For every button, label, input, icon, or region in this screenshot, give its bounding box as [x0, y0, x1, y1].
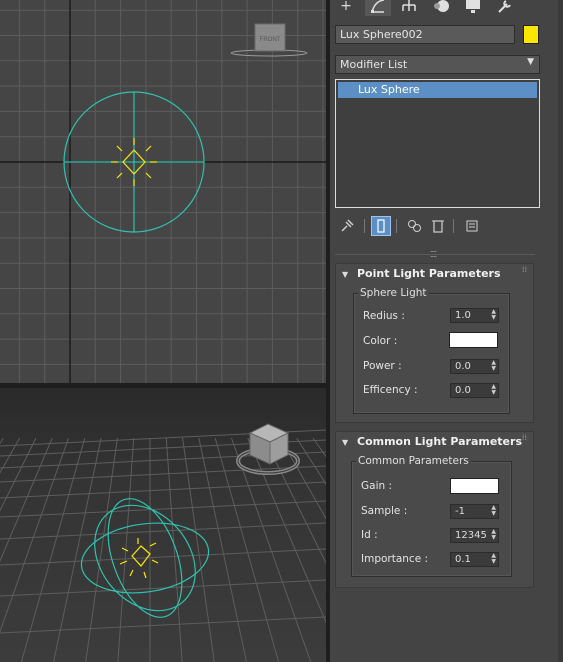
- grid-line: [0, 437, 21, 474]
- toolbar-separator: [396, 219, 397, 233]
- rollout-grip-icon[interactable]: ⁞⁞: [522, 266, 527, 274]
- motion-icon: [434, 0, 449, 12]
- power-spinner[interactable]: 0.0 ▲ ▼: [450, 359, 499, 374]
- common-light-rollout: ▼ Common Light Parameters ⁞⁞ Common Para…: [335, 431, 534, 588]
- front-grid: FRONT: [0, 0, 326, 383]
- spinner-arrows-icon[interactable]: ▲ ▼: [491, 553, 496, 565]
- sample-label: Sample :: [361, 505, 408, 517]
- sphere-light-group: Sphere Light Redius : 1.0 ▲ ▼ Color : Pow…: [353, 287, 510, 414]
- display-icon: [466, 0, 480, 13]
- command-panel-tabs: +: [330, 0, 558, 18]
- rollout-grip-icon[interactable]: ⁞⁞: [522, 434, 527, 442]
- radius-value: 1.0: [455, 310, 471, 321]
- toolbar-separator: [453, 219, 454, 233]
- object-color-swatch[interactable]: [523, 25, 539, 44]
- spinner-arrows-icon[interactable]: ▲ ▼: [491, 309, 496, 321]
- spinner-arrows-icon[interactable]: ▲ ▼: [491, 505, 496, 517]
- importance-label: Importance :: [361, 553, 429, 565]
- grid-line: [20, 437, 86, 662]
- make-unique-icon[interactable]: [404, 216, 424, 236]
- resize-grip-icon[interactable]: ⁚⁚⁚⁚: [430, 250, 437, 259]
- power-value: 0.0: [455, 361, 471, 372]
- modify-tab[interactable]: [365, 0, 391, 16]
- point-light-rollout-header[interactable]: ▼ Point Light Parameters: [336, 264, 533, 284]
- dropdown-arrow-icon: ▼: [527, 57, 534, 67]
- group-title: Common Parameters: [356, 455, 471, 467]
- toolbar-separator: [364, 219, 365, 233]
- gain-label: Gain :: [361, 480, 393, 492]
- power-label: Power :: [363, 360, 402, 372]
- id-value: 12345: [455, 530, 487, 541]
- efficiency-value: 0.0: [455, 385, 471, 396]
- common-light-rollout-header[interactable]: ▼ Common Light Parameters: [336, 432, 533, 452]
- display-tab[interactable]: [460, 0, 486, 16]
- svg-text:FRONT: FRONT: [260, 37, 281, 43]
- front-viewport[interactable]: FRONT: [0, 0, 326, 383]
- grid-line: [0, 522, 326, 540]
- command-panel: + Lux Sphere002 Modifier List ▼ Lux Sphe…: [330, 0, 563, 662]
- pin-stack-icon[interactable]: [337, 216, 357, 236]
- spinner-arrows-icon[interactable]: ▲ ▼: [491, 529, 496, 541]
- configure-modifier-sets-icon[interactable]: [462, 216, 482, 236]
- perspective-grid: [0, 423, 326, 662]
- wrench-icon: [498, 0, 511, 13]
- modifier-stack[interactable]: Lux Sphere: [335, 79, 540, 208]
- modifier-list-label: Modifier List: [340, 58, 408, 71]
- grid-line: [0, 616, 326, 634]
- importance-value: 0.1: [455, 554, 471, 565]
- modify-icon: [371, 0, 385, 13]
- grid-line: [0, 548, 326, 566]
- spinner-arrows-icon[interactable]: ▲ ▼: [491, 384, 496, 396]
- panel-scrollbar[interactable]: [558, 0, 563, 662]
- sample-spinner[interactable]: -1 ▲ ▼: [450, 504, 499, 519]
- show-end-result-icon[interactable]: [371, 216, 391, 236]
- grid-line: [0, 437, 70, 634]
- id-label: Id :: [361, 529, 378, 541]
- sample-value: -1: [455, 506, 465, 517]
- motion-tab[interactable]: [428, 0, 454, 16]
- grid-line: [165, 437, 183, 662]
- perspective-viewport[interactable]: [0, 388, 326, 662]
- common-parameters-group: Common Parameters Gain : Sample : -1 ▲ ▼ …: [351, 455, 512, 577]
- spinner-arrows-icon[interactable]: ▲ ▼: [491, 360, 496, 372]
- collapse-triangle-icon: ▼: [342, 270, 349, 279]
- rollout-title: Point Light Parameters: [357, 267, 501, 280]
- gain-color-swatch[interactable]: [450, 478, 499, 494]
- object-name-field[interactable]: Lux Sphere002: [335, 25, 515, 44]
- efficiency-spinner[interactable]: 0.0 ▲ ▼: [450, 383, 499, 398]
- point-light-rollout: ▼ Point Light Parameters ⁞⁞ Sphere Light…: [335, 263, 534, 423]
- stack-item-lux-sphere[interactable]: Lux Sphere: [338, 82, 537, 98]
- plus-icon: +: [340, 0, 352, 14]
- collapse-triangle-icon: ▼: [342, 438, 349, 447]
- hierarchy-icon: [402, 0, 416, 11]
- create-tab[interactable]: +: [333, 0, 359, 16]
- importance-spinner[interactable]: 0.1 ▲ ▼: [450, 552, 499, 567]
- id-spinner[interactable]: 12345 ▲ ▼: [450, 528, 499, 543]
- light-color-swatch[interactable]: [449, 332, 498, 348]
- grid-line: [0, 481, 326, 499]
- hierarchy-tab[interactable]: [396, 0, 422, 16]
- group-title: Sphere Light: [358, 287, 429, 299]
- utilities-tab[interactable]: [492, 0, 518, 16]
- rollout-title: Common Light Parameters: [357, 435, 522, 448]
- color-label: Color :: [363, 335, 398, 347]
- radius-spinner[interactable]: 1.0 ▲ ▼: [450, 308, 499, 323]
- grid-line: [0, 579, 326, 597]
- efficiency-label: Efficency :: [363, 384, 418, 396]
- viewcube-front[interactable]: FRONT: [230, 23, 308, 57]
- grid-line: [0, 500, 326, 518]
- remove-modifier-icon[interactable]: [428, 216, 448, 236]
- radius-label: Redius :: [363, 310, 405, 322]
- stack-toolbar: [335, 216, 540, 236]
- grid-line: [0, 437, 53, 563]
- modifier-list-dropdown[interactable]: Modifier List ▼: [335, 55, 540, 74]
